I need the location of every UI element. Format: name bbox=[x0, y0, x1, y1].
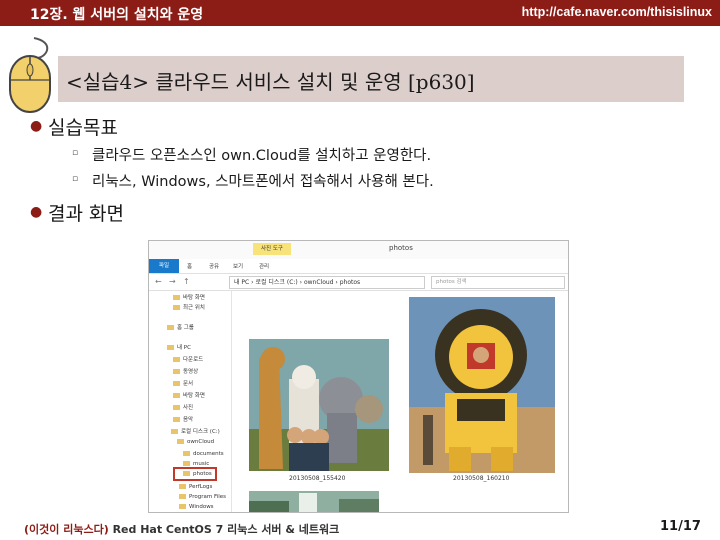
window-caption: photos bbox=[389, 244, 413, 252]
mouse-icon bbox=[9, 37, 51, 113]
slide-title-bar: <실습4> 클라우드 서비스 설치 및 운영 [p630] bbox=[58, 56, 684, 102]
ribbon-tab-share: 공유 bbox=[209, 264, 220, 270]
ribbon-tab-file: 파일 bbox=[149, 259, 179, 273]
folder-icon bbox=[179, 504, 186, 509]
nav-item: PerfLogs bbox=[179, 484, 212, 490]
nav-item: 내 PC bbox=[167, 343, 191, 351]
section-heading: 결과 화면 bbox=[48, 203, 124, 225]
slide-title: <실습4> 클라우드 서비스 설치 및 운영 [p630] bbox=[66, 70, 475, 94]
nav-item: 사진 bbox=[173, 403, 193, 411]
result-screenshot: 사진 도구 photos 파일 홈 공유 보기 관리 ← → ↑ 내 PC › … bbox=[148, 240, 569, 513]
tool-tab: 사진 도구 bbox=[253, 243, 291, 255]
list-item: 클라우드 오픈소스인 own.Cloud를 설치하고 운영한다. bbox=[92, 148, 432, 164]
header-url[interactable]: http://cafe.naver.com/thisislinux bbox=[522, 5, 712, 19]
forward-arrow-icon: → bbox=[169, 277, 176, 286]
folder-icon bbox=[173, 369, 180, 374]
file-view: 20130508_155420 20130508_160210 bbox=[237, 293, 565, 512]
folder-icon bbox=[173, 405, 180, 410]
nav-item: ownCloud bbox=[177, 439, 214, 445]
ribbon-tab-view: 보기 bbox=[233, 264, 244, 270]
hollow-square-icon: ▫ bbox=[72, 148, 79, 158]
folder-icon bbox=[183, 451, 190, 456]
search-box: photos 검색 bbox=[431, 276, 565, 289]
nav-item: Program Files bbox=[179, 494, 226, 500]
footer-book-title: (이것이 리눅스다) Red Hat CentOS 7 리눅스 서버 & 네트워… bbox=[24, 521, 339, 537]
list-item: 리눅스, Windows, 스마트폰에서 접속해서 사용해 본다. bbox=[92, 174, 434, 190]
nav-item: 홈 그룹 bbox=[167, 323, 194, 331]
photo-thumbnail bbox=[249, 339, 389, 471]
folder-icon bbox=[173, 357, 180, 362]
footer-book-prefix: (이것이 리눅스다) bbox=[24, 523, 109, 536]
folder-icon bbox=[179, 484, 186, 489]
chapter-title: 12장. 웹 서버의 설치와 운영 bbox=[30, 7, 204, 23]
photo-thumbnail bbox=[409, 297, 555, 473]
nav-item: 최근 위치 bbox=[173, 303, 205, 311]
folder-icon bbox=[179, 494, 186, 499]
up-arrow-icon: ↑ bbox=[183, 277, 190, 286]
ribbon-tab-manage: 관리 bbox=[259, 264, 270, 270]
nav-item: 문서 bbox=[173, 379, 193, 387]
selection-highlight bbox=[173, 467, 217, 481]
navigation-pane: 바탕 화면 최근 위치 홈 그룹 내 PC 다운로드 동영상 문서 바탕 화면 … bbox=[149, 291, 232, 512]
header-bar: 12장. 웹 서버의 설치와 운영 http://cafe.naver.com/… bbox=[0, 0, 720, 26]
window-titlebar: 사진 도구 photos bbox=[149, 241, 568, 260]
folder-icon bbox=[173, 295, 180, 300]
nav-item: Windows bbox=[179, 504, 214, 510]
ribbon: 파일 홈 공유 보기 관리 bbox=[149, 259, 568, 274]
nav-item: 음악 bbox=[173, 415, 193, 423]
address-path: 내 PC › 로컬 디스크 (C:) › ownCloud › photos bbox=[229, 276, 425, 289]
address-bar: ← → ↑ 내 PC › 로컬 디스크 (C:) › ownCloud › ph… bbox=[149, 274, 568, 291]
folder-icon bbox=[177, 439, 184, 444]
nav-item: 바탕 화면 bbox=[173, 293, 205, 301]
folder-icon bbox=[173, 393, 180, 398]
folder-icon bbox=[173, 381, 180, 386]
bullet-dot-icon: ● bbox=[30, 118, 43, 134]
folder-icon bbox=[183, 461, 190, 466]
ribbon-tab-home: 홈 bbox=[187, 264, 193, 270]
bullet-dot-icon: ● bbox=[30, 204, 43, 220]
drive-icon bbox=[171, 429, 178, 434]
section-heading: 실습목표 bbox=[48, 117, 118, 139]
folder-icon bbox=[173, 305, 180, 310]
footer-book-rest: Red Hat CentOS 7 리눅스 서버 & 네트워크 bbox=[108, 523, 340, 536]
nav-item: 다운로드 bbox=[173, 355, 203, 363]
page-number: 11/17 bbox=[660, 519, 701, 534]
photo-thumbnail bbox=[249, 491, 379, 512]
photo-caption: 20130508_155420 bbox=[289, 475, 346, 482]
photo-caption: 20130508_160210 bbox=[453, 475, 510, 482]
folder-icon bbox=[173, 417, 180, 422]
nav-item: 로컬 디스크 (C:) bbox=[171, 427, 220, 435]
folder-icon bbox=[167, 325, 174, 330]
nav-item: 동영상 bbox=[173, 367, 198, 375]
nav-item: 바탕 화면 bbox=[173, 391, 205, 399]
back-arrow-icon: ← bbox=[155, 277, 162, 286]
folder-icon bbox=[167, 345, 174, 350]
nav-item: documents bbox=[183, 451, 224, 457]
hollow-square-icon: ▫ bbox=[72, 174, 79, 184]
